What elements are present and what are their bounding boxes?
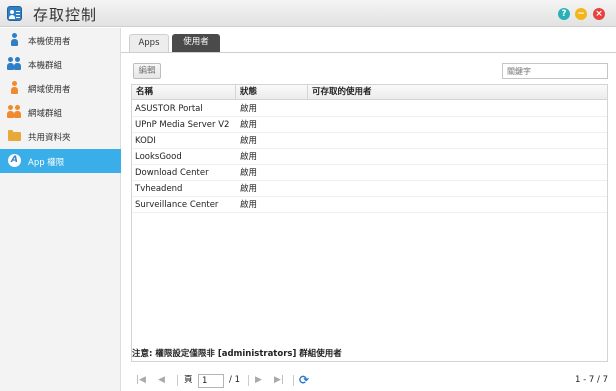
- sidebar-item-label: 共用資料夾: [28, 133, 71, 143]
- edit-button[interactable]: 編輯: [133, 63, 161, 79]
- cell-name: Surveillance Center: [135, 200, 219, 210]
- page-number-input[interactable]: [198, 374, 224, 388]
- cell-status: 啟用: [240, 200, 258, 210]
- column-header-name[interactable]: 名稱: [132, 85, 236, 100]
- divider: [293, 375, 294, 386]
- domain-user-icon: [8, 81, 21, 95]
- help-icon[interactable]: ?: [558, 8, 570, 20]
- next-page-icon[interactable]: ▶: [255, 371, 262, 389]
- divider: [248, 375, 249, 386]
- sidebar-item-label: 本機使用者: [28, 37, 71, 47]
- total-pages: / 1: [229, 375, 240, 385]
- sidebar-item-label: App 權限: [28, 158, 65, 168]
- domain-group-icon: [7, 105, 21, 119]
- cell-users: [308, 181, 607, 197]
- cell-users: [308, 101, 607, 117]
- divider: [177, 375, 178, 386]
- sidebar-item-local-users[interactable]: 本機使用者: [0, 28, 121, 52]
- cell-status: 啟用: [240, 152, 258, 162]
- table-row[interactable]: LooksGood 啟用: [132, 149, 607, 165]
- table-header: 名稱 狀態 可存取的使用者: [132, 85, 607, 100]
- search-input[interactable]: [502, 63, 608, 79]
- title-bar: 存取控制 ? − ×: [0, 0, 616, 27]
- column-header-status[interactable]: 狀態: [236, 85, 308, 100]
- first-page-icon[interactable]: |◀: [136, 371, 146, 389]
- table-row[interactable]: Download Center 啟用: [132, 165, 607, 181]
- cell-status: 啟用: [240, 104, 258, 114]
- apps-table: 名稱 狀態 可存取的使用者 ASUSTOR Portal 啟用 UPnP Med…: [131, 84, 608, 362]
- minimize-icon[interactable]: −: [575, 8, 587, 20]
- cell-name: Download Center: [135, 168, 209, 178]
- cell-users: [308, 197, 607, 213]
- cell-status: 啟用: [240, 136, 258, 146]
- permission-note: 注意: 權限設定僅限非 [administrators] 群組使用者: [132, 349, 342, 359]
- sidebar-item-label: 網域群組: [28, 109, 63, 119]
- table-row[interactable]: KODI 啟用: [132, 133, 607, 149]
- sidebar-item-label: 網域使用者: [28, 85, 71, 95]
- prev-page-icon[interactable]: ◀: [158, 371, 165, 389]
- cell-name: LooksGood: [135, 152, 182, 162]
- cell-name: KODI: [135, 136, 156, 146]
- sidebar-item-local-groups[interactable]: 本機群組: [0, 52, 121, 76]
- cell-users: [308, 149, 607, 165]
- record-count: 1 - 7 / 7: [575, 375, 608, 385]
- cell-status: 啟用: [240, 184, 258, 194]
- folder-icon: [8, 129, 21, 143]
- access-control-app-icon: [7, 6, 22, 21]
- sidebar-item-domain-groups[interactable]: 網域群組: [0, 100, 121, 124]
- cell-users: [308, 133, 607, 149]
- table-row[interactable]: ASUSTOR Portal 啟用: [132, 101, 607, 117]
- window-title: 存取控制: [33, 6, 98, 24]
- group-icon: [7, 57, 21, 71]
- tab-users[interactable]: 使用者: [172, 34, 220, 52]
- page-label: 頁: [184, 375, 193, 385]
- tab-apps[interactable]: Apps: [129, 34, 169, 52]
- sidebar: 本機使用者 本機群組 網域使用者 網域群組 共用資料夾 A App 權限: [0, 28, 121, 391]
- column-header-users[interactable]: 可存取的使用者: [308, 85, 607, 100]
- cell-name: ASUSTOR Portal: [135, 104, 203, 114]
- cell-users: [308, 165, 607, 181]
- tab-bar: Apps 使用者: [121, 28, 616, 52]
- sidebar-item-shared-folders[interactable]: 共用資料夾: [0, 124, 121, 148]
- table-row[interactable]: Tvheadend 啟用: [132, 181, 607, 197]
- table-row[interactable]: UPnP Media Server V2 啟用: [132, 117, 607, 133]
- cell-status: 啟用: [240, 168, 258, 178]
- app-icon: A: [8, 154, 21, 168]
- sidebar-item-app-privileges[interactable]: A App 權限: [0, 149, 121, 173]
- pagination-bar: |◀ ◀ 頁 / 1 ▶ ▶| ⟳ 1 - 7 / 7: [131, 371, 608, 389]
- cell-name: Tvheadend: [135, 184, 183, 194]
- last-page-icon[interactable]: ▶|: [274, 371, 284, 389]
- sidebar-item-label: 本機群組: [28, 61, 63, 71]
- cell-status: 啟用: [240, 120, 258, 130]
- main-panel: 編輯 名稱 狀態 可存取的使用者 ASUSTOR Portal 啟用 UPnP …: [121, 52, 616, 391]
- table-row[interactable]: Surveillance Center 啟用: [132, 197, 607, 213]
- cell-users: [308, 117, 607, 133]
- refresh-icon[interactable]: ⟳: [299, 371, 309, 389]
- sidebar-item-domain-users[interactable]: 網域使用者: [0, 76, 121, 100]
- cell-name: UPnP Media Server V2: [135, 120, 230, 130]
- close-icon[interactable]: ×: [593, 8, 605, 20]
- user-icon: [8, 33, 21, 47]
